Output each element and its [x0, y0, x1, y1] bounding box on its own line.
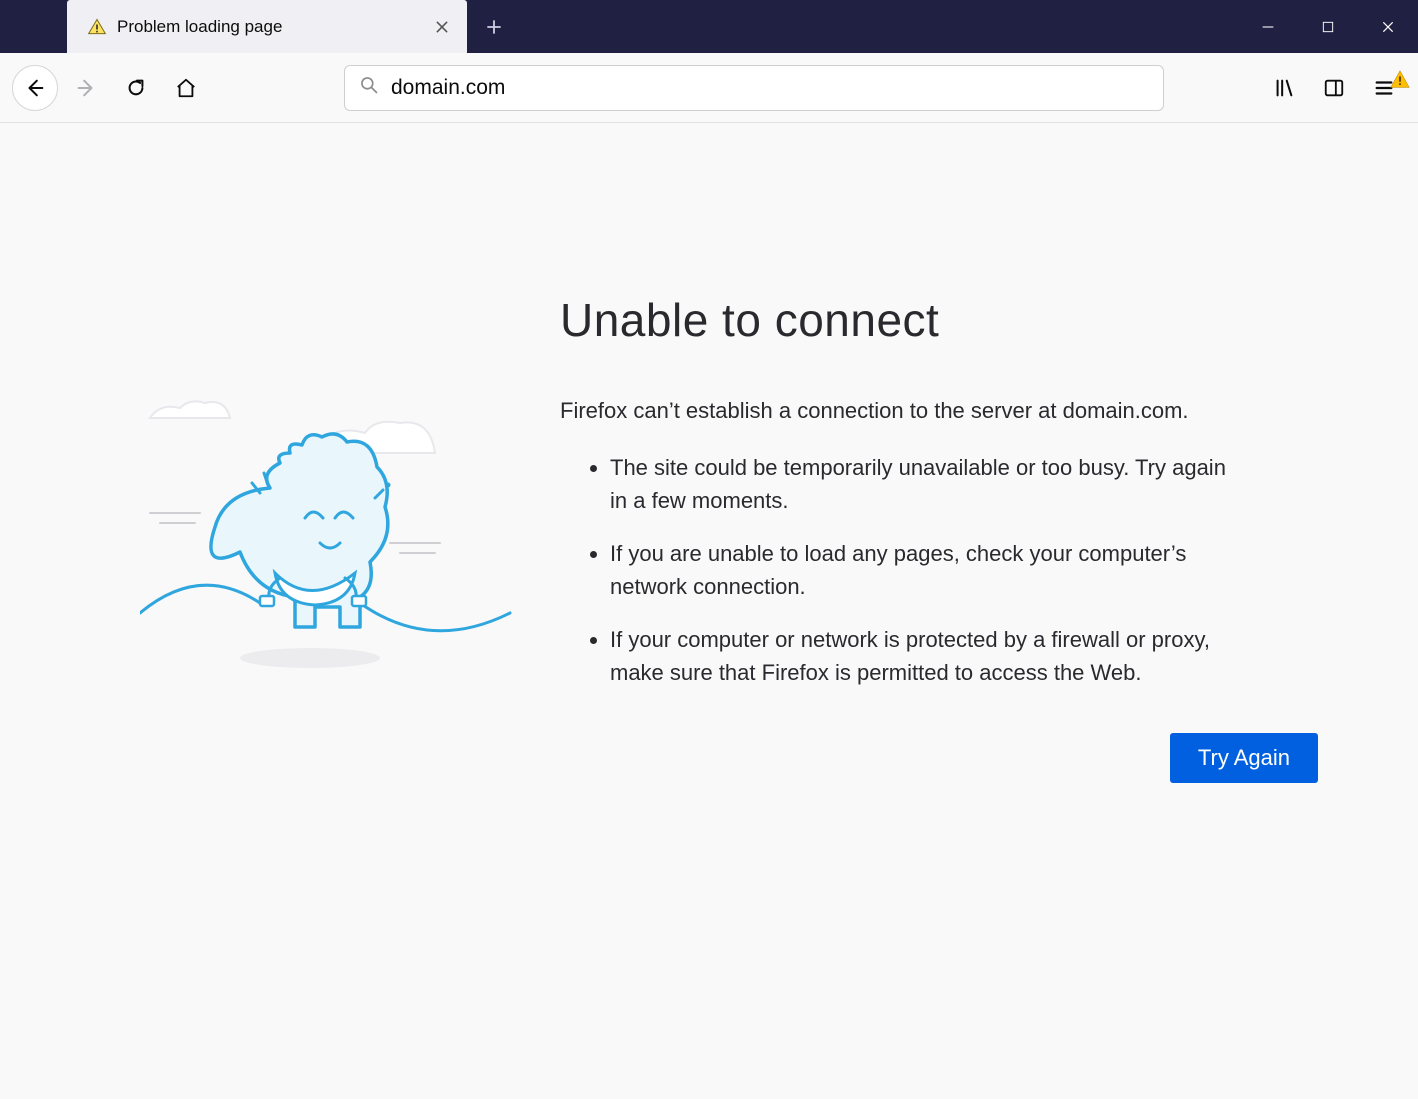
page-content: Unable to connect Firefox can’t establis…: [0, 123, 1418, 1099]
arrow-right-icon: [75, 77, 97, 99]
home-button[interactable]: [164, 66, 208, 110]
try-again-button[interactable]: Try Again: [1170, 733, 1318, 783]
error-suggestion-item: The site could be temporarily unavailabl…: [610, 451, 1280, 517]
home-icon: [175, 77, 197, 99]
app-menu-button[interactable]: [1362, 66, 1406, 110]
tab-strip: Problem loading page: [0, 0, 520, 53]
reload-icon: [125, 77, 147, 99]
minimize-icon: [1260, 19, 1276, 35]
url-input[interactable]: [391, 76, 1149, 100]
error-suggestion-item: If your computer or network is protected…: [610, 623, 1280, 689]
error-message: Unable to connect Firefox can’t establis…: [560, 293, 1280, 709]
search-icon: [359, 75, 379, 100]
url-bar[interactable]: [344, 65, 1164, 111]
titlebar-drag-region[interactable]: [520, 0, 1238, 53]
error-description: Firefox can’t establish a connection to …: [560, 395, 1280, 427]
error-suggestion-item: If you are unable to load any pages, che…: [610, 537, 1280, 603]
error-title: Unable to connect: [560, 293, 1280, 347]
tab-title: Problem loading page: [117, 17, 421, 37]
maximize-icon: [1321, 20, 1335, 34]
sidebar-button[interactable]: [1312, 66, 1356, 110]
plus-icon: [485, 18, 503, 36]
warning-badge-icon: [1389, 69, 1405, 85]
forward-button[interactable]: [64, 66, 108, 110]
close-icon: [434, 19, 450, 35]
browser-tab-active[interactable]: Problem loading page: [67, 0, 467, 53]
new-tab-button[interactable]: [467, 0, 520, 53]
warning-icon: [87, 17, 107, 37]
arrow-left-icon: [24, 77, 46, 99]
error-suggestion-list: The site could be temporarily unavailabl…: [560, 451, 1280, 689]
library-icon: [1273, 77, 1295, 99]
reload-button[interactable]: [114, 66, 158, 110]
close-icon: [1380, 19, 1396, 35]
sidebar-icon: [1323, 77, 1345, 99]
connection-error-illustration: [140, 393, 520, 673]
titlebar: Problem loading page: [0, 0, 1418, 53]
window-close-button[interactable]: [1358, 0, 1418, 53]
window-maximize-button[interactable]: [1298, 0, 1358, 53]
window-controls: [1238, 0, 1418, 53]
nav-toolbar: [0, 53, 1418, 123]
tab-close-button[interactable]: [431, 16, 453, 38]
library-button[interactable]: [1262, 66, 1306, 110]
window-minimize-button[interactable]: [1238, 0, 1298, 53]
back-button[interactable]: [12, 65, 58, 111]
